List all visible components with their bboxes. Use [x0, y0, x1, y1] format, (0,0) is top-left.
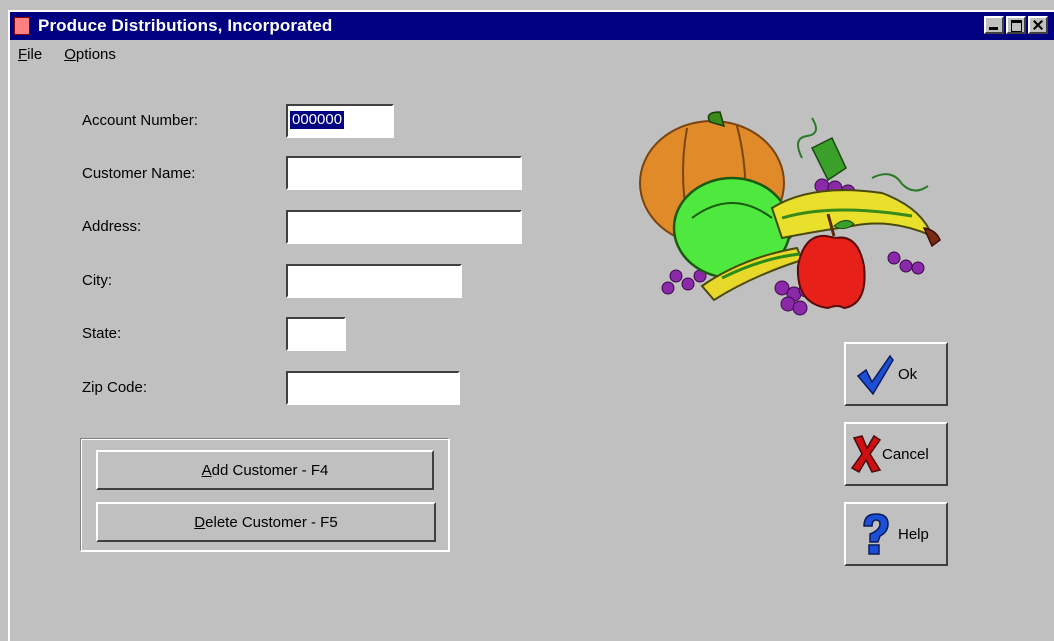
help-button[interactable]: Help	[844, 502, 948, 566]
delete-customer-button[interactable]: Delete Customer - F5	[96, 502, 436, 542]
city-field[interactable]	[286, 264, 462, 298]
checkmark-icon	[856, 352, 894, 396]
add-customer-button[interactable]: Add Customer - F4	[96, 450, 434, 490]
add-customer-label: dd Customer - F4	[211, 461, 329, 479]
add-customer-mnemonic: A	[201, 461, 212, 479]
close-icon[interactable]	[1028, 16, 1048, 34]
produce-clipart	[639, 111, 941, 316]
help-label: Help	[898, 525, 929, 543]
menu-bar: File Options	[10, 42, 130, 66]
app-icon[interactable]	[14, 17, 30, 35]
window-controls	[984, 16, 1048, 34]
maximize-icon[interactable]	[1006, 16, 1026, 34]
account-number-value: 000000	[290, 111, 345, 129]
customer-name-label: Customer Name:	[82, 165, 196, 182]
menu-file[interactable]: File	[18, 46, 42, 63]
city-label: City:	[82, 272, 112, 289]
menu-options-label: ptions	[75, 45, 116, 63]
menu-options[interactable]: Options	[64, 46, 116, 63]
title-bar[interactable]: Produce Distributions, Incorporated	[10, 12, 1054, 40]
zip-code-field[interactable]	[286, 371, 460, 405]
delete-customer-label: elete Customer - F5	[205, 513, 338, 531]
state-field[interactable]	[286, 317, 346, 351]
question-mark-icon	[856, 512, 894, 556]
zip-code-label: Zip Code:	[82, 379, 148, 396]
state-label: State:	[82, 325, 122, 342]
menu-file-label: ile	[27, 45, 43, 63]
account-number-field[interactable]: 000000	[286, 104, 394, 138]
minimize-icon[interactable]	[984, 16, 1004, 34]
menu-options-mnemonic: O	[64, 45, 76, 63]
x-mark-icon	[850, 432, 882, 476]
ok-label: Ok	[898, 365, 918, 383]
ok-button[interactable]: Ok	[844, 342, 948, 406]
delete-customer-mnemonic: D	[194, 513, 206, 531]
cancel-label: Cancel	[882, 445, 929, 463]
customer-name-field[interactable]	[286, 156, 522, 190]
cancel-button[interactable]: Cancel	[844, 422, 948, 486]
account-number-label: Account Number:	[82, 112, 198, 129]
address-label: Address:	[82, 218, 142, 235]
window-title: Produce Distributions, Incorporated	[38, 16, 333, 35]
address-field[interactable]	[286, 210, 522, 244]
menu-file-mnemonic: F	[18, 45, 28, 63]
